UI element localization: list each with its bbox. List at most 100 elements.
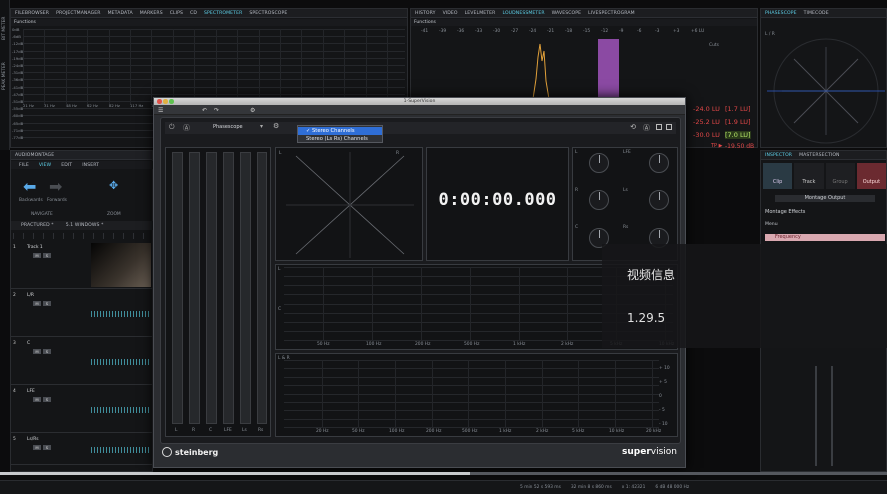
video-progress-bar[interactable] <box>0 472 887 475</box>
spectrometer-freq-gridline <box>366 29 367 105</box>
doc-tab-51-windows[interactable]: 5.1 Windows * <box>64 223 106 228</box>
tab-wavescope[interactable]: WAVESCOPE <box>550 11 584 16</box>
track-mute-button[interactable]: M <box>33 349 41 354</box>
supervision-titlebar[interactable]: 1-SuperVision <box>154 98 685 105</box>
close-window-icon[interactable] <box>157 99 162 104</box>
surround-label-rs: Rs <box>623 225 629 230</box>
effect-frequency[interactable]: Frequency <box>765 234 885 241</box>
spectrum-freq-label: 2 kHz <box>561 342 574 347</box>
spectrometer-db-label: -36dB <box>12 77 24 82</box>
meter-label-r: R <box>192 428 196 433</box>
tab-spectroscope[interactable]: SPECTROSCOPE <box>247 11 289 16</box>
spectrum-gridline <box>284 402 659 403</box>
ribbon-tab-insert[interactable]: INSERT <box>80 163 101 168</box>
track-mute-button[interactable]: M <box>33 301 41 306</box>
module-dropdown[interactable]: Phasescope <box>213 124 243 130</box>
channel-a2-icon[interactable]: Ⓐ <box>643 123 650 133</box>
track-solo-button[interactable]: S <box>43 445 51 450</box>
tab-levelmeter[interactable]: LEVELMETER <box>463 11 498 16</box>
surround-label-l: L <box>575 150 578 155</box>
tab-metadata[interactable]: METADATA <box>106 11 135 16</box>
spectrometer-db-label: -19dB <box>12 56 24 61</box>
tab-markers[interactable]: MARKERS <box>138 11 165 16</box>
menu-item-stereo-ls-rs[interactable]: Stereo (Ls Rs) Channels <box>298 135 382 143</box>
layout-icon[interactable] <box>656 124 662 130</box>
toolbar-redo-icon[interactable]: ↷ <box>214 107 219 114</box>
doc-tab-practured[interactable]: Practured * <box>19 223 56 228</box>
loudness-scale-label: -39 <box>439 29 447 34</box>
ribbon-tabs: FILE VIEW EDIT INSERT <box>11 161 154 169</box>
spectrum-freq-label: 50 Hz <box>317 342 330 347</box>
zoom-group-label: ZOOM <box>107 212 121 217</box>
track-solo-button[interactable]: S <box>43 253 51 258</box>
tab-spectrometer[interactable]: SPECTROMETER <box>202 11 244 16</box>
video-info-overlay: 视频信息 1.29.5 <box>602 244 887 348</box>
spectrum-freq-gridline <box>542 360 543 428</box>
backwards-arrow-icon[interactable]: ⬅ <box>23 177 36 196</box>
track-solo-button[interactable]: S <box>43 349 51 354</box>
tab-cd[interactable]: CD <box>188 11 199 16</box>
spectrum-gridline <box>284 427 659 428</box>
track-mute-button[interactable]: M <box>33 397 41 402</box>
module-settings-icon[interactable]: ⚙ <box>273 122 279 130</box>
loudness-scale-label: -9 <box>619 29 624 34</box>
track-row[interactable]: 4 LFE M S <box>11 387 154 433</box>
tab-timecode[interactable]: TIMECODE <box>802 11 831 16</box>
inspector-group-button[interactable]: Group <box>825 163 855 189</box>
minimize-window-icon[interactable] <box>163 99 168 104</box>
ribbon-tab-file[interactable]: FILE <box>17 163 31 168</box>
track-solo-button[interactable]: S <box>43 301 51 306</box>
tab-projectmanager[interactable]: PROJECTMANAGER <box>54 11 103 16</box>
power-icon[interactable]: ⏻ <box>169 123 175 132</box>
loudness-functions-menu[interactable]: Functions <box>414 20 436 25</box>
track-row[interactable]: 3 CMS <box>11 339 154 385</box>
link-icon[interactable]: ⟲ <box>630 123 636 131</box>
cuts-label: Cuts <box>709 43 719 48</box>
tab-history[interactable]: HISTORY <box>413 11 438 16</box>
tab-phasescope[interactable]: PHASESCOPE <box>763 11 799 16</box>
tab-livespectrogram[interactable]: LIVESPECTROGRAM <box>586 11 637 16</box>
meter-rs <box>257 152 267 424</box>
tab-loudnessmeter[interactable]: LOUDNESSMETER <box>500 11 546 16</box>
ribbon-tab-edit[interactable]: EDIT <box>59 163 74 168</box>
spectrum-freq-label: 10 kHz <box>609 429 625 434</box>
montage-output-dropdown[interactable]: Montage Output <box>775 195 875 202</box>
toolbar-settings-icon[interactable]: ⚙ <box>250 107 255 114</box>
tab-mastersection[interactable]: MASTERSECTION <box>797 153 841 158</box>
toolbar-undo-icon[interactable]: ↶ <box>202 107 207 114</box>
channel-a-icon[interactable]: Ⓐ <box>183 123 190 133</box>
spectrum-freq-label: 100 Hz <box>389 429 405 434</box>
spectrum-freq-label: 200 Hz <box>426 429 442 434</box>
output-fader-track-2 <box>831 366 833 466</box>
inspector-track-button[interactable]: Track <box>794 163 824 189</box>
spectrum-freq-label: 50 Hz <box>352 429 365 434</box>
track-row[interactable]: 1 Track 1 MS <box>11 243 154 289</box>
tab-filebrowser[interactable]: FILEBROWSER <box>13 11 51 16</box>
zoom-window-icon[interactable] <box>169 99 174 104</box>
track-row[interactable]: 2 L/R M S <box>11 291 154 337</box>
tab-inspector[interactable]: INSPECTOR <box>763 153 794 158</box>
forwards-arrow-icon[interactable]: ➡ <box>49 177 62 196</box>
status-items: 5 min 52 s 593 ms 32 min 8 s 860 ms x 1:… <box>520 485 689 490</box>
track-mute-button[interactable]: M <box>33 253 41 258</box>
spectrometer-db-label: -60dB <box>12 113 24 118</box>
tab-clips[interactable]: CLIPS <box>168 11 185 16</box>
functions-menu[interactable]: Functions <box>14 20 36 25</box>
spectrometer-freq-gridline <box>109 29 110 105</box>
toolbar-menu-icon[interactable]: ☰ <box>158 107 163 114</box>
inspector-output-button[interactable]: Output <box>856 163 886 189</box>
track-row[interactable]: 5 Ls/Rs M S <box>11 435 154 465</box>
track-solo-button[interactable]: S <box>43 397 51 402</box>
split-icon[interactable] <box>666 124 672 130</box>
menu-item-stereo-channels[interactable]: ✓ Stereo Channels <box>298 127 382 135</box>
surround-label-c: C <box>575 225 579 230</box>
module-dropdown-chevron-icon[interactable]: ▾ <box>260 123 263 130</box>
inspector-clip-button[interactable]: Clip <box>763 163 793 189</box>
effects-menu-button[interactable]: Menu <box>765 222 778 227</box>
timecode-pane: 0:00:00.000 <box>426 147 569 261</box>
track-mute-button[interactable]: M <box>33 445 41 450</box>
module-bar: ⏻ Ⓐ Phasescope ▾ ⚙ ⟲ Ⓐ ✓ Stereo Channels… <box>165 122 676 143</box>
zoom-arrows-icon[interactable]: ✥ <box>109 179 118 192</box>
ribbon-tab-view[interactable]: VIEW <box>37 163 53 168</box>
tab-video[interactable]: VIDEO <box>441 11 460 16</box>
